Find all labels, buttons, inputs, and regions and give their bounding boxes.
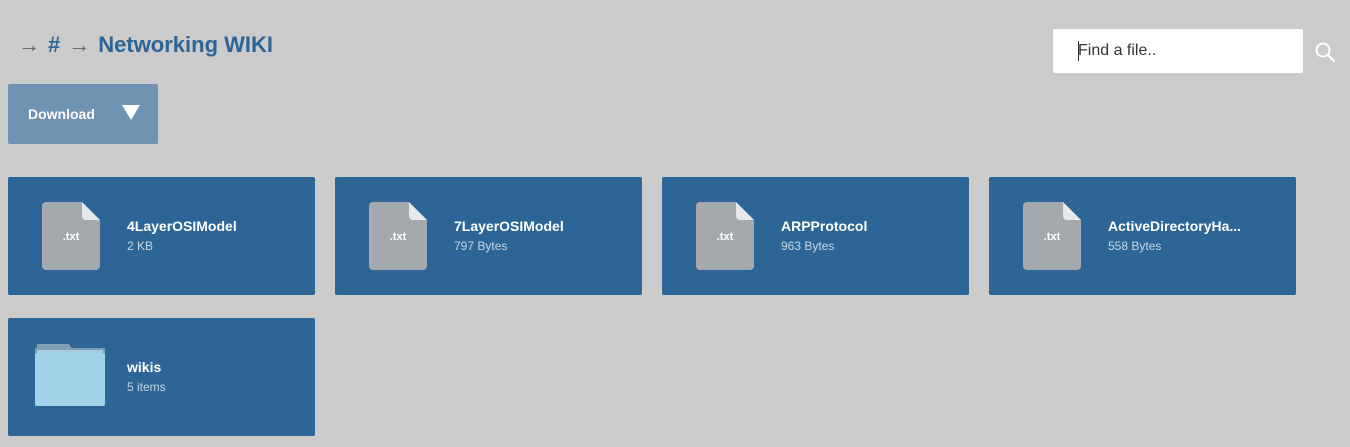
file-tile[interactable]: .txt ActiveDirectoryHa... 558 Bytes (989, 177, 1296, 295)
file-tile[interactable]: .txt 7LayerOSIModel 797 Bytes (335, 177, 642, 295)
search-icon[interactable] (1313, 40, 1337, 64)
file-name: ActiveDirectoryHa... (1108, 218, 1242, 234)
file-size: 2 KB (127, 239, 154, 253)
text-cursor (1078, 41, 1079, 61)
svg-text:.txt: .txt (390, 231, 407, 243)
page-title: Networking WIKI (98, 32, 274, 57)
txt-file-icon: .txt (696, 202, 754, 270)
folder-icon (35, 344, 105, 406)
search-box (1053, 29, 1303, 73)
svg-text:.txt: .txt (1044, 231, 1061, 243)
file-name: 7LayerOSIModel (454, 218, 564, 234)
search-input[interactable] (1053, 29, 1303, 73)
svg-text:.txt: .txt (717, 231, 734, 243)
file-tile[interactable]: .txt 4LayerOSIModel 2 KB (8, 177, 315, 295)
txt-file-icon: .txt (1023, 202, 1081, 270)
file-tile[interactable]: .txt ARPProtocol 963 Bytes (662, 177, 969, 295)
file-size: 558 Bytes (1108, 239, 1162, 253)
txt-file-icon: .txt (42, 202, 100, 270)
breadcrumb-arrow: → (18, 32, 40, 57)
breadcrumb-arrow: → (68, 32, 91, 57)
file-size: 963 Bytes (781, 239, 835, 253)
txt-file-icon: .txt (369, 202, 427, 270)
folder-tile[interactable]: wikis 5 items (8, 318, 315, 436)
folder-item-count: 5 items (127, 380, 166, 394)
svg-text:.txt: .txt (63, 231, 80, 243)
file-name: 4LayerOSIModel (127, 218, 237, 234)
breadcrumb-root[interactable]: # (48, 32, 60, 58)
file-name: ARPProtocol (781, 218, 868, 234)
breadcrumb: → # → Networking WIKI (18, 28, 273, 62)
file-size: 797 Bytes (454, 239, 508, 253)
download-button-label: Download (28, 106, 95, 122)
caret-down-icon (122, 105, 140, 120)
download-button[interactable]: Download (8, 84, 158, 144)
folder-name: wikis (127, 359, 162, 375)
